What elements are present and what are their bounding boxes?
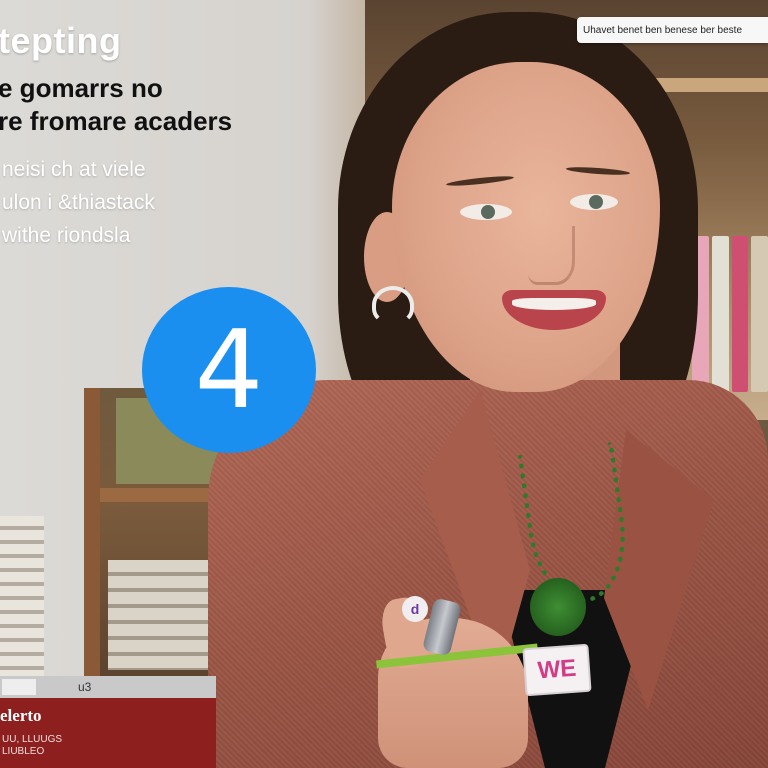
paper-stack: [0, 516, 44, 676]
laptop-subtext-line-2: LIUBLEO: [2, 746, 45, 757]
body-line-1: neisi ch at viele: [2, 158, 146, 181]
photo-canvas: d WE tepting e gomarrs no re fromare aca…: [0, 0, 768, 768]
laptop-title: elerto: [0, 706, 42, 725]
laptop-tab[interactable]: [2, 679, 36, 695]
eye-right: [570, 194, 618, 210]
eye-left: [460, 204, 512, 220]
teeth: [512, 298, 596, 310]
body-line-3: withe riondsla: [2, 224, 131, 247]
book-row: [692, 236, 768, 392]
book: [751, 236, 768, 392]
nose: [528, 226, 575, 285]
earring: [372, 286, 414, 324]
body-line-2: ulon i &thiastack: [2, 191, 155, 214]
headline-line-1: e gomarrs no: [0, 73, 163, 103]
number-badge: 4: [142, 287, 316, 453]
paper-stack: [108, 560, 208, 670]
book: [711, 236, 729, 392]
url-bar[interactable]: Uhavet benet ben benese ber beste: [577, 17, 768, 43]
person-face: [392, 62, 660, 392]
headline-line-2: re fromare acaders: [0, 106, 233, 136]
keychain-tag: WE: [522, 643, 592, 697]
small-keychain-tag: d: [402, 596, 428, 622]
laptop-tab-label: u3: [78, 680, 92, 694]
book: [731, 236, 749, 392]
laptop-subtext-line-1: UU, LLUUGS: [2, 734, 63, 745]
laptop-subtext: UU, LLUUGS LIUBLEO: [2, 734, 62, 758]
laptop-screen: u3 elerto UU, LLUUGS LIUBLEO: [0, 676, 216, 768]
laptop-toolbar: u3: [0, 676, 216, 698]
necklace-pendant: [530, 578, 586, 636]
headline-title: tepting: [0, 20, 122, 61]
